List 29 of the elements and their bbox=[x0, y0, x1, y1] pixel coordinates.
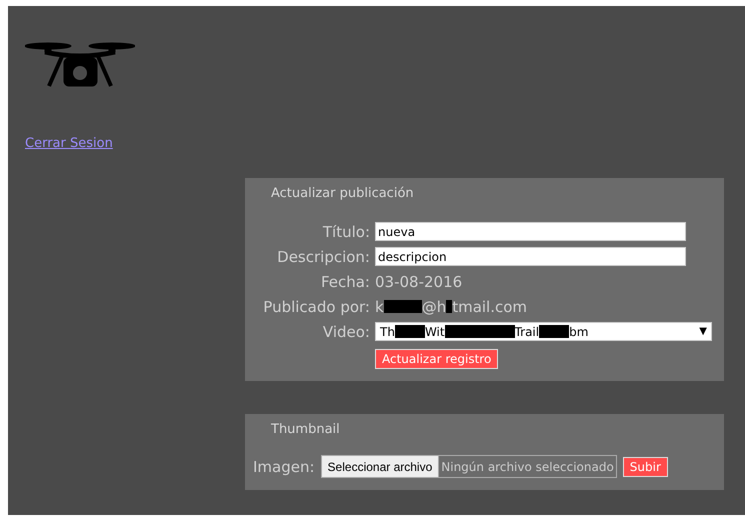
field-label: Video: bbox=[322, 322, 371, 340]
field-label: Imagen: bbox=[253, 458, 315, 476]
video-option-text: Wit bbox=[424, 324, 445, 338]
video-option-text: Trail bbox=[514, 324, 540, 338]
date-text: 03-08-2016 bbox=[375, 272, 462, 290]
file-status-text: Ningún archivo seleccionado bbox=[440, 460, 615, 474]
panel-title: Thumbnail bbox=[271, 422, 341, 437]
redaction-bar bbox=[394, 325, 425, 338]
choose-file-button[interactable]: Seleccionar archivo bbox=[322, 456, 440, 477]
author-text: tmail.com bbox=[452, 298, 528, 316]
field-label: Publicado por: bbox=[262, 298, 371, 316]
video-select[interactable]: Th Wit Trail bm ▼ bbox=[375, 322, 712, 341]
dropdown-arrow-icon: ▼ bbox=[699, 326, 707, 337]
file-input[interactable]: Seleccionar archivo Ningún archivo seleccionado bbox=[320, 455, 617, 478]
author-text: @h bbox=[422, 298, 446, 316]
author-text: k bbox=[375, 298, 384, 316]
video-option-text: Th bbox=[380, 324, 395, 338]
text-field[interactable]: descripcion bbox=[375, 247, 686, 266]
drone-camera-icon bbox=[25, 42, 135, 88]
redaction-bar bbox=[384, 300, 422, 313]
redaction-bar bbox=[446, 300, 452, 313]
panel-title: Actualizar publicación bbox=[271, 186, 415, 201]
redaction-bar bbox=[539, 325, 570, 338]
field-label: Descripcion: bbox=[276, 248, 371, 266]
video-option-text: bm bbox=[569, 324, 588, 338]
redaction-bar bbox=[444, 325, 515, 338]
text-field[interactable]: nueva bbox=[375, 222, 686, 241]
field-label: Título: bbox=[322, 222, 371, 240]
field-label: Fecha: bbox=[320, 272, 371, 290]
